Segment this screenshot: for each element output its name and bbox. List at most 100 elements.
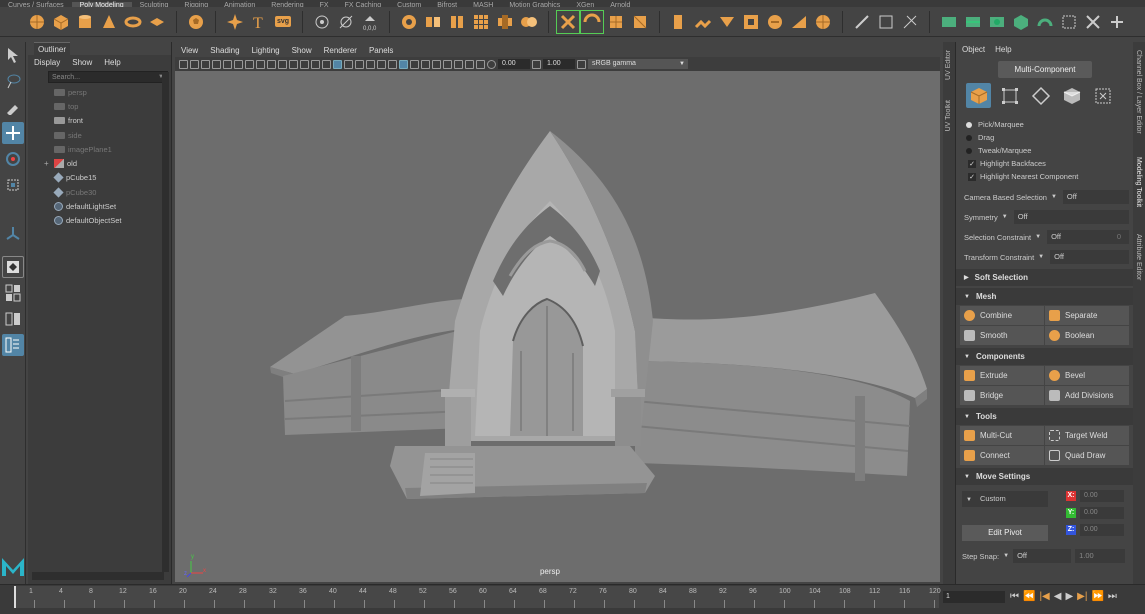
outliner-item[interactable]: top xyxy=(28,99,171,113)
chevron-down-icon[interactable]: ▼ xyxy=(1038,254,1044,260)
outliner-layout-icon[interactable] xyxy=(2,334,24,356)
two-view-icon[interactable] xyxy=(2,308,24,330)
uv-sew-icon[interactable] xyxy=(1106,11,1128,33)
grid-icon[interactable] xyxy=(256,59,265,69)
uv-editor-tab[interactable]: UV Editor xyxy=(945,50,952,80)
step-forward-frame-icon[interactable]: ▶| xyxy=(1077,590,1087,604)
quadrangulate-icon[interactable] xyxy=(605,11,627,33)
select-camera-icon[interactable] xyxy=(179,59,188,69)
combine-icon[interactable] xyxy=(398,11,420,33)
uv-unfold-icon[interactable] xyxy=(1034,11,1056,33)
chevron-down-icon[interactable]: ▼ xyxy=(1035,234,1041,240)
uv-toolkit-tab[interactable]: UV Toolkit xyxy=(945,100,952,131)
four-view-icon[interactable] xyxy=(2,282,24,304)
exposure-field[interactable]: 0.00 xyxy=(498,59,530,69)
edge-mode-icon[interactable] xyxy=(1028,83,1053,108)
plane-icon[interactable] xyxy=(146,11,168,33)
outliner-menu-display[interactable]: Display xyxy=(34,58,60,67)
expand-icon[interactable]: + xyxy=(44,159,49,168)
smooth-shade-icon[interactable] xyxy=(344,59,353,69)
lasso-tool-icon[interactable] xyxy=(2,70,24,92)
extrude-button[interactable]: Extrude xyxy=(960,366,1044,385)
current-time-marker[interactable] xyxy=(14,586,16,608)
uv-auto-icon[interactable] xyxy=(1010,11,1032,33)
boolean-icon[interactable] xyxy=(494,11,516,33)
outliner-item[interactable]: + old xyxy=(28,156,171,170)
mesh-section-header[interactable]: ▼ Mesh xyxy=(956,288,1133,305)
uv-planar-icon[interactable] xyxy=(938,11,960,33)
uv-cut-icon[interactable] xyxy=(1082,11,1104,33)
move-tool-icon[interactable] xyxy=(2,122,24,144)
resolution-gate-icon[interactable] xyxy=(278,59,287,69)
timeline-track[interactable]: 1 4 8 12 16 20 24 28 32 36 40 44 48 52 56 60 64 68 72 76 80 8… xyxy=(14,586,941,608)
viewport-menu-shading[interactable]: Shading xyxy=(210,44,239,57)
step-snap-select[interactable]: Off xyxy=(1013,549,1072,563)
pick-option-radio[interactable]: Tweak/Marquee xyxy=(956,144,1133,157)
xray-components-icon[interactable] xyxy=(421,59,430,69)
film-gate-icon[interactable] xyxy=(267,59,276,69)
uv-layout-icon[interactable] xyxy=(1058,11,1080,33)
viewport-menu-view[interactable]: View xyxy=(181,44,198,57)
motion-blur-icon[interactable] xyxy=(443,59,452,69)
current-frame-field[interactable]: 1 xyxy=(943,591,1005,603)
connect-button[interactable]: Connect xyxy=(960,446,1044,465)
use-all-lights-icon[interactable] xyxy=(377,59,386,69)
move-mode-select[interactable]: ▼ Custom xyxy=(962,491,1048,507)
dropdown-value[interactable]: Off xyxy=(1062,190,1129,204)
house-model[interactable] xyxy=(175,71,940,582)
image-plane-icon[interactable] xyxy=(223,59,232,69)
viewport-menu-panels[interactable]: Panels xyxy=(369,44,393,57)
extrude-icon[interactable] xyxy=(668,11,690,33)
chevron-down-icon[interactable]: ▼ xyxy=(1003,553,1009,559)
cube-icon[interactable] xyxy=(50,11,72,33)
append-icon[interactable] xyxy=(716,11,738,33)
combine-button[interactable]: Combine xyxy=(960,306,1044,325)
gate-mask-icon[interactable] xyxy=(289,59,298,69)
create-polygon-icon[interactable] xyxy=(335,11,357,33)
bevel-button[interactable]: Bevel xyxy=(1045,366,1129,385)
coordinates-icon[interactable]: 0,0,0 xyxy=(359,11,381,33)
quad-draw-icon[interactable] xyxy=(899,11,921,33)
xray-icon[interactable] xyxy=(399,59,408,69)
highlight-checkbox[interactable]: ✓ Highlight Nearest Component xyxy=(956,170,1133,183)
soccer-ball-icon[interactable] xyxy=(185,11,207,33)
edit-pivot-button[interactable]: Edit Pivot xyxy=(962,525,1048,541)
outliner-item[interactable]: imagePlane1 xyxy=(28,142,171,156)
play-forwards-icon[interactable]: ▶ xyxy=(1065,590,1073,604)
add-divisions-button[interactable]: Add Divisions xyxy=(1045,386,1129,405)
step-back-frame-icon[interactable]: |◀ xyxy=(1039,590,1049,604)
bookmark-icon[interactable] xyxy=(212,59,221,69)
separate-button[interactable]: Separate xyxy=(1045,306,1129,325)
multi-cut-button[interactable]: Multi-Cut xyxy=(960,426,1044,445)
step-back-key-icon[interactable]: ⏪ xyxy=(1023,590,1035,604)
torus-icon[interactable] xyxy=(122,11,144,33)
outliner-menu-show[interactable]: Show xyxy=(72,58,92,67)
go-to-end-icon[interactable]: ⏭ xyxy=(1108,590,1117,604)
bridge-icon[interactable] xyxy=(692,11,714,33)
pick-option-radio[interactable]: Drag xyxy=(956,131,1133,144)
boolean-button[interactable]: Boolean xyxy=(1045,326,1129,345)
mirror-icon[interactable] xyxy=(518,11,540,33)
depth-of-field-icon[interactable] xyxy=(465,59,474,69)
outliner-item[interactable]: pCube15 xyxy=(28,171,171,185)
uv-spherical-icon[interactable] xyxy=(986,11,1008,33)
viewport-menu-lighting[interactable]: Lighting xyxy=(252,44,280,57)
move-settings-section-header[interactable]: ▼ Move Settings xyxy=(956,468,1133,485)
outliner-item[interactable]: defaultLightSet xyxy=(28,199,171,213)
smooth-button[interactable]: Smooth xyxy=(960,326,1044,345)
outliner-item[interactable]: defaultObjectSet xyxy=(28,214,171,228)
lock-camera-icon[interactable] xyxy=(190,59,199,69)
textured-icon[interactable] xyxy=(366,59,375,69)
toolkit-menu-object[interactable]: Object xyxy=(962,45,985,54)
outliner-item[interactable]: front xyxy=(28,114,171,128)
triangulate-icon[interactable] xyxy=(629,11,651,33)
dropdown-value[interactable]: Off xyxy=(1050,250,1129,264)
separate-icon[interactable] xyxy=(422,11,444,33)
vertex-mode-icon[interactable] xyxy=(997,83,1022,108)
bridge-button[interactable]: Bridge xyxy=(960,386,1044,405)
highlight-checkbox[interactable]: ✓ Highlight Backfaces xyxy=(956,157,1133,170)
color-management-icon[interactable] xyxy=(577,59,586,69)
pick-option-radio[interactable]: Pick/Marquee xyxy=(956,118,1133,131)
screen-space-ao-icon[interactable] xyxy=(432,59,441,69)
outliner-item[interactable]: pCube30 xyxy=(28,185,171,199)
